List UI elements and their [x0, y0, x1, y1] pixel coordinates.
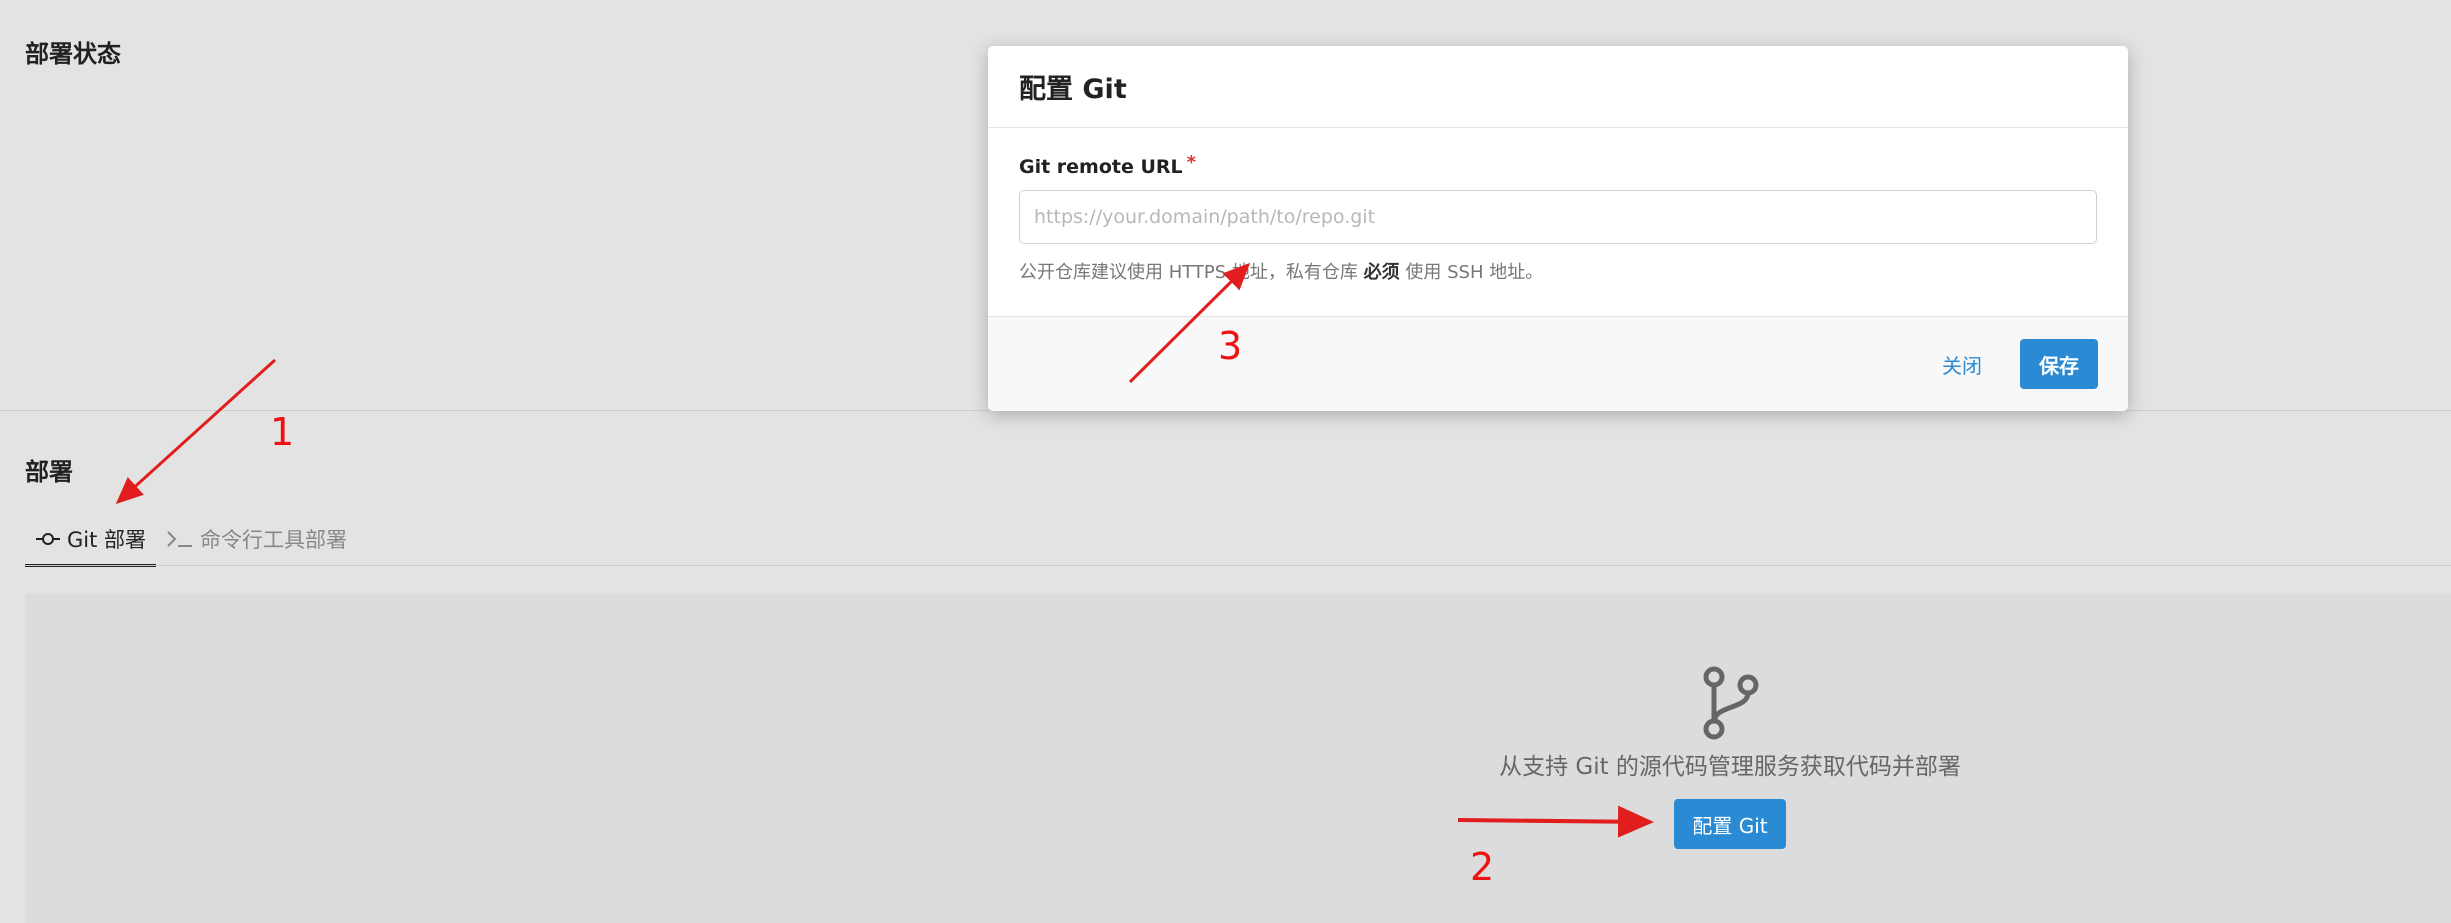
configure-git-modal: 配置 Git Git remote URL * 公开仓库建议使用 HTTPS 地…: [988, 46, 2128, 411]
page: 部署状态 部署 Git 部署 命令行工具部署 从支持 Git 的源代码管理服务获…: [0, 0, 2451, 923]
help-text-prefix: 公开仓库建议使用 HTTPS 地址，私有仓库: [1019, 262, 1364, 283]
required-mark: *: [1186, 152, 1197, 173]
tab-label: Git 部署: [67, 528, 147, 552]
modal-body: Git remote URL * 公开仓库建议使用 HTTPS 地址，私有仓库 …: [988, 128, 2128, 316]
modal-header: 配置 Git: [988, 46, 2128, 128]
tab-cli-deploy[interactable]: 命令行工具部署: [156, 512, 357, 566]
save-button[interactable]: 保存: [2020, 339, 2098, 389]
modal-title: 配置 Git: [1019, 74, 1127, 105]
annotation-label-1: 1: [270, 410, 295, 454]
help-text-emphasis: 必须: [1363, 262, 1400, 283]
annotation-label-3: 3: [1218, 324, 1243, 368]
modal-footer: 关闭 保存: [988, 316, 2128, 411]
empty-state-text: 从支持 Git 的源代码管理服务获取代码并部署: [1499, 754, 1961, 780]
deploy-tabs: Git 部署 命令行工具部署: [25, 512, 357, 567]
empty-state: 从支持 Git 的源代码管理服务获取代码并部署 配置 Git: [1480, 665, 1980, 849]
tab-git-deploy[interactable]: Git 部署: [25, 512, 157, 567]
help-text-suffix: 使用 SSH 地址。: [1399, 262, 1544, 283]
tab-label: 命令行工具部署: [200, 528, 348, 552]
git-deploy-panel: [25, 594, 2451, 923]
terminal-icon: [166, 530, 194, 548]
help-text: 公开仓库建议使用 HTTPS 地址，私有仓库 必须 使用 SSH 地址。: [1019, 258, 2097, 284]
git-branch-icon: [1703, 666, 1759, 740]
git-commit-icon: [35, 532, 61, 546]
configure-git-button[interactable]: 配置 Git: [1674, 799, 1786, 849]
tabs-divider: [25, 565, 2451, 566]
field-label-text: Git remote URL: [1019, 156, 1183, 178]
git-remote-url-input[interactable]: [1019, 190, 2097, 244]
annotation-label-2: 2: [1470, 845, 1495, 889]
close-button[interactable]: 关闭: [1942, 350, 1982, 379]
git-remote-url-label: Git remote URL *: [1019, 152, 2097, 179]
deploy-status-title: 部署状态: [25, 40, 121, 68]
annotation-arrow-1: [115, 358, 277, 505]
deploy-section-title: 部署: [25, 458, 73, 486]
